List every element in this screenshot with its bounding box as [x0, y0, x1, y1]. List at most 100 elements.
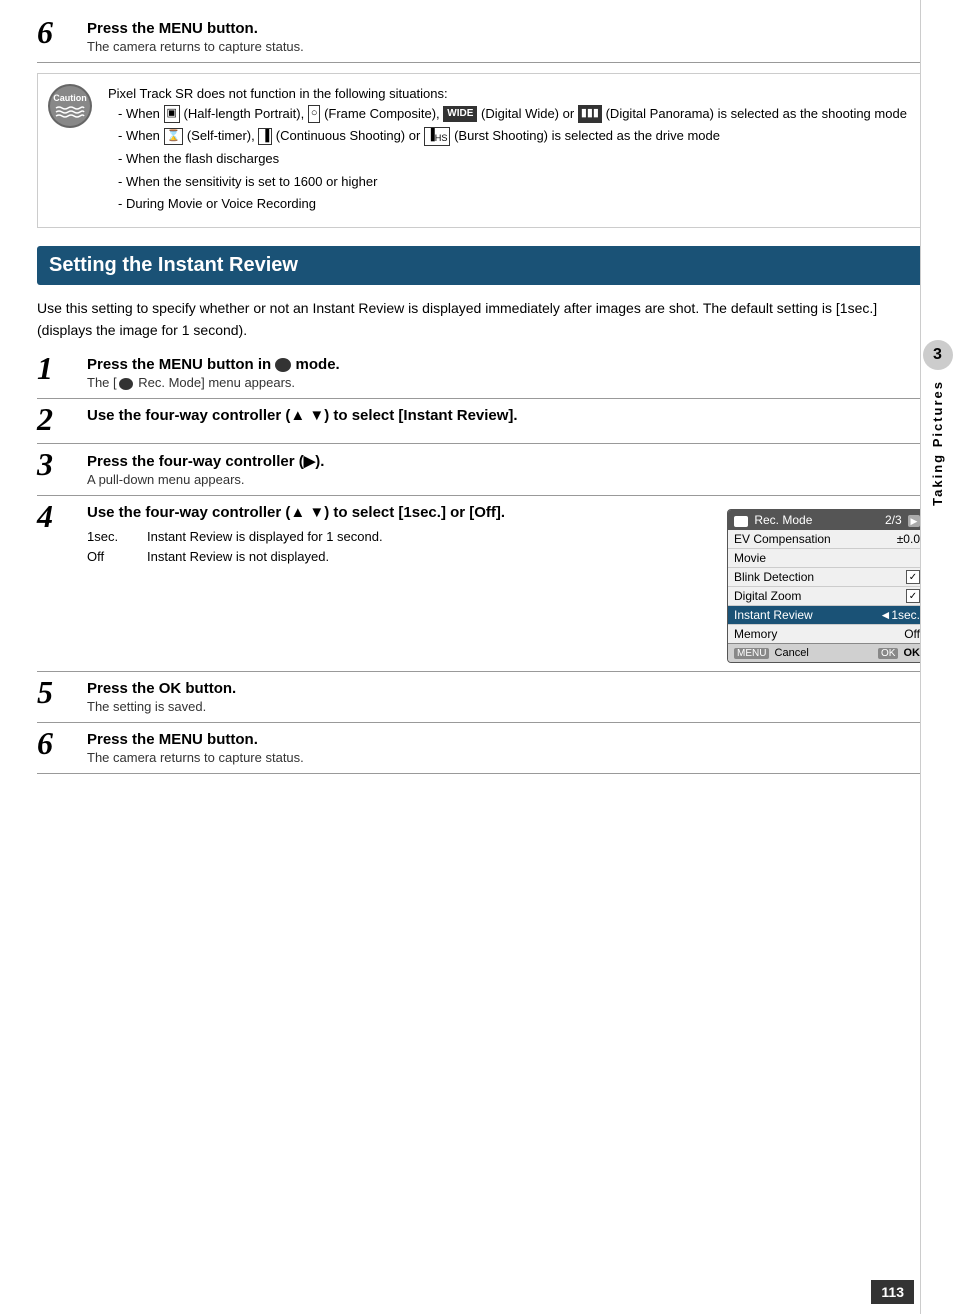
blink-check [906, 570, 920, 584]
caution-item-4: When the sensitivity is set to 1600 or h… [118, 172, 907, 192]
step6-title-post: button. [203, 731, 258, 748]
step3-number: 3 [37, 448, 82, 480]
menu-table: Rec. Mode 2/3 ▶ EV Compensation ±0.0 [727, 509, 927, 663]
step5-number: 5 [37, 676, 82, 708]
menu-ok-btn: OK [878, 648, 898, 659]
step6-subtitle: The camera returns to capture status. [87, 750, 927, 765]
section-title: Setting the Instant Review [49, 254, 298, 276]
caution-intro: Pixel Track SR does not function in the … [108, 84, 907, 104]
menu-table-body: EV Compensation ±0.0 Movie Blink Detecti… [728, 530, 926, 643]
menu-value-ev: ±0.0 [897, 532, 920, 546]
caution-list: When ▣ (Half-length Portrait), ○ (Frame … [108, 104, 907, 214]
top-step6-title: Press the MENU button. [87, 20, 927, 37]
side-tab: 3 Taking Pictures [920, 0, 954, 1314]
step5-subtitle: The setting is saved. [87, 699, 927, 714]
icon-self-timer: ⌛ [164, 128, 184, 145]
step4-row: Use the four-way controller (▲ ▼) to sel… [87, 504, 927, 663]
step1-content: Press the MENU button in mode. The [ Rec… [87, 356, 927, 390]
caution-item-3: When the flash discharges [118, 149, 907, 169]
icon-burst: ▐HS [424, 127, 451, 146]
step6-title-pre: Press the [87, 731, 159, 748]
option-row-1sec: 1sec. Instant Review is displayed for 1 … [87, 529, 707, 544]
step1-title-post: button in mode. [203, 356, 340, 373]
caution-box: Caution Pixel Track SR does not function… [37, 73, 927, 228]
step5-title: Press the OK button. [87, 680, 927, 697]
step4-item: 4 Use the four-way controller (▲ ▼) to s… [37, 504, 927, 672]
svg-text:Caution: Caution [53, 93, 87, 103]
menu-value-instant: ◄1sec. [879, 608, 920, 622]
menu-row-zoom: Digital Zoom [728, 587, 926, 606]
menu-label-ev: EV Compensation [734, 532, 831, 546]
step5-title-post: button. [181, 680, 236, 697]
step5-content: Press the OK button. The setting is save… [87, 680, 927, 714]
section-header: Setting the Instant Review [37, 246, 927, 285]
menu-label-movie: Movie [734, 551, 766, 565]
step2-number: 2 [37, 403, 82, 435]
menu-label-memory: Memory [734, 627, 777, 641]
step3-subtitle: A pull-down menu appears. [87, 472, 927, 487]
option-row-off: Off Instant Review is not displayed. [87, 549, 707, 564]
option-desc-off: Instant Review is not displayed. [147, 549, 707, 564]
step1-number: 1 [37, 352, 82, 384]
step3-title: Press the four-way controller (▶). [87, 452, 927, 470]
step6-item: 6 Press the MENU button. The camera retu… [37, 731, 927, 774]
step5-title-ok: OK [159, 680, 182, 697]
top-step6-title-menu: MENU [159, 20, 203, 37]
step1-title-menu: MENU [159, 356, 203, 373]
side-tab-text: Taking Pictures [930, 380, 945, 506]
top-step6-subtitle: The camera returns to capture status. [87, 39, 927, 54]
top-step6-title-pre: Press the [87, 20, 159, 37]
step3-item: 3 Press the four-way controller (▶). A p… [37, 452, 927, 496]
menu-row-memory: Memory Off [728, 625, 926, 643]
menu-row-instant: Instant Review ◄1sec. [728, 606, 926, 625]
step4-number: 4 [37, 500, 82, 532]
caution-item-5: During Movie or Voice Recording [118, 194, 907, 214]
icon-continuous: ▐ [258, 128, 272, 145]
menu-ok: OK OK [878, 647, 920, 659]
option-key-off: Off [87, 549, 127, 564]
step2-content: Use the four-way controller (▲ ▼) to sel… [87, 407, 927, 426]
step6-number: 6 [37, 727, 82, 759]
step5-item: 5 Press the OK button. The setting is sa… [37, 680, 927, 723]
menu-footer: MENU Cancel OK OK [728, 643, 926, 662]
menu-row-movie: Movie [728, 549, 926, 568]
top-step6-item: 6 Press the MENU button. The camera retu… [37, 20, 927, 63]
step5-title-pre: Press the [87, 680, 159, 697]
step4-content: Use the four-way controller (▲ ▼) to sel… [87, 504, 927, 663]
top-step6-content: Press the MENU button. The camera return… [87, 20, 927, 54]
caution-icon-img: Caution [48, 84, 92, 128]
step4-title: Use the four-way controller (▲ ▼) to sel… [87, 504, 707, 521]
page-number: 113 [871, 1280, 914, 1304]
step2-item: 2 Use the four-way controller (▲ ▼) to s… [37, 407, 927, 444]
menu-cancel: MENU Cancel [734, 647, 809, 659]
section-intro: Use this setting to specify whether or n… [37, 297, 927, 342]
menu-header-page: 2/3 ▶ [885, 513, 920, 527]
step1-title: Press the MENU button in mode. [87, 356, 927, 373]
side-tab-number: 3 [923, 340, 953, 370]
menu-cancel-btn: MENU [734, 648, 769, 659]
top-step6-number: 6 [37, 16, 82, 48]
caution-icon: Caution [48, 84, 98, 128]
step3-content: Press the four-way controller (▶). A pul… [87, 452, 927, 487]
icon-frame-composite: ○ [308, 105, 321, 122]
option-desc-1sec: Instant Review is displayed for 1 second… [147, 529, 707, 544]
menu-label-blink: Blink Detection [734, 570, 814, 584]
page-container: 6 Press the MENU button. The camera retu… [17, 0, 937, 802]
step6-title: Press the MENU button. [87, 731, 927, 748]
step6-content: Press the MENU button. The camera return… [87, 731, 927, 765]
menu-table-header: Rec. Mode 2/3 ▶ [728, 510, 926, 530]
menu-label-zoom: Digital Zoom [734, 589, 801, 603]
option-key-1sec: 1sec. [87, 529, 127, 544]
menu-row-ev: EV Compensation ±0.0 [728, 530, 926, 549]
icon-wide: WIDE [443, 106, 477, 122]
caution-item-2: When ⌛ (Self-timer), ▐ (Continuous Shoot… [118, 126, 907, 146]
caution-text: Pixel Track SR does not function in the … [108, 84, 907, 217]
menu-label-instant: Instant Review [734, 608, 813, 622]
step4-left: Use the four-way controller (▲ ▼) to sel… [87, 504, 707, 569]
icon-panorama: ▮▮▮ [578, 105, 602, 122]
caution-item-1: When ▣ (Half-length Portrait), ○ (Frame … [118, 104, 907, 124]
step1-title-pre: Press the [87, 356, 159, 373]
menu-row-blink: Blink Detection [728, 568, 926, 587]
step1-item: 1 Press the MENU button in mode. The [ R… [37, 356, 927, 399]
step6-title-menu: MENU [159, 731, 203, 748]
